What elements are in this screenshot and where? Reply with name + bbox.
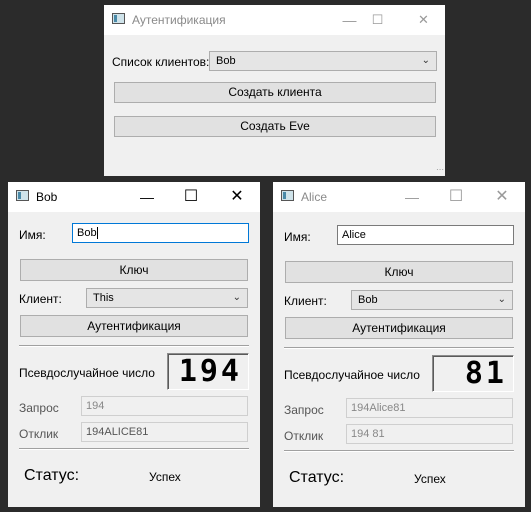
status-label: Статус: [24, 467, 80, 484]
status-label: Статус: [289, 469, 345, 486]
chevron-down-icon: ⌄ [497, 294, 506, 305]
resize-grip-icon[interactable]: ⋯ [436, 165, 444, 174]
name-label: Имя: [284, 230, 311, 244]
status-value: Успех [414, 472, 446, 486]
name-value: Bob [77, 227, 97, 239]
key-button[interactable]: Ключ [285, 261, 513, 283]
name-label: Имя: [19, 228, 46, 242]
chevron-down-icon: ⌄ [232, 292, 241, 303]
alice-window-title: Alice [301, 190, 328, 204]
client-select[interactable]: Bob ⌄ [351, 290, 513, 310]
bob-window: Bob — ☐ ✕ Имя: Bob Ключ Клиент: This ⌄ А… [8, 182, 260, 507]
request-field[interactable]: 194Alice81 [346, 398, 513, 418]
divider [284, 347, 514, 349]
status-value: Успех [149, 470, 181, 484]
bob-window-titlebar[interactable]: Bob — ☐ ✕ [8, 182, 260, 212]
app-icon [112, 13, 125, 24]
client-list-label: Список клиентов: [112, 55, 210, 69]
response-field[interactable]: 194ALICE81 [81, 422, 248, 442]
name-field[interactable]: Alice [337, 225, 514, 245]
minimize-icon[interactable]: — [124, 182, 170, 212]
client-list-select[interactable]: Bob ⌄ [209, 51, 437, 71]
close-icon[interactable]: ✕ [214, 182, 260, 212]
auth-window-title: Аутентификация [132, 13, 226, 27]
divider [284, 450, 514, 452]
close-icon[interactable]: ✕ [479, 182, 525, 212]
client-value: This [93, 292, 114, 304]
key-button[interactable]: Ключ [20, 259, 248, 281]
response-label: Отклик [284, 429, 324, 443]
create-client-button[interactable]: Создать клиента [114, 82, 436, 103]
divider [19, 345, 249, 347]
pseudorandom-label: Псевдослучайное число [19, 366, 155, 380]
auth-window: Аутентификация — ☐ ✕ Список клиентов: Bo… [104, 5, 445, 176]
maximize-icon[interactable]: ☐ [168, 182, 214, 212]
close-icon[interactable]: ✕ [405, 5, 442, 35]
request-field[interactable]: 194 [81, 396, 248, 416]
minimize-icon[interactable]: — [389, 182, 435, 212]
client-select[interactable]: This ⌄ [86, 288, 248, 308]
response-field[interactable]: 194 81 [346, 424, 513, 444]
app-icon [16, 190, 29, 201]
pseudorandom-lcd: 194 [167, 353, 249, 390]
response-label: Отклик [19, 427, 59, 441]
app-icon [281, 190, 294, 201]
pseudorandom-lcd: 81 [432, 355, 514, 392]
auth-window-titlebar[interactable]: Аутентификация — ☐ ✕ [104, 5, 445, 35]
authenticate-button[interactable]: Аутентификация [285, 317, 513, 339]
name-field[interactable]: Bob [72, 223, 249, 243]
text-caret [96, 227, 98, 240]
request-label: Запрос [19, 401, 59, 415]
client-label: Клиент: [19, 292, 62, 306]
client-value: Bob [358, 294, 378, 306]
maximize-icon[interactable]: ☐ [359, 5, 396, 35]
bob-window-title: Bob [36, 190, 58, 204]
maximize-icon[interactable]: ☐ [433, 182, 479, 212]
authenticate-button[interactable]: Аутентификация [20, 315, 248, 337]
divider [19, 448, 249, 450]
create-eve-button[interactable]: Создать Eve [114, 116, 436, 137]
alice-window: Alice — ☐ ✕ Имя: Alice Ключ Клиент: Bob … [273, 182, 525, 507]
alice-window-titlebar[interactable]: Alice — ☐ ✕ [273, 182, 525, 212]
chevron-down-icon: ⌄ [421, 55, 430, 66]
pseudorandom-label: Псевдослучайное число [284, 368, 420, 382]
request-label: Запрос [284, 403, 324, 417]
client-list-value: Bob [216, 55, 236, 67]
client-label: Клиент: [284, 294, 327, 308]
